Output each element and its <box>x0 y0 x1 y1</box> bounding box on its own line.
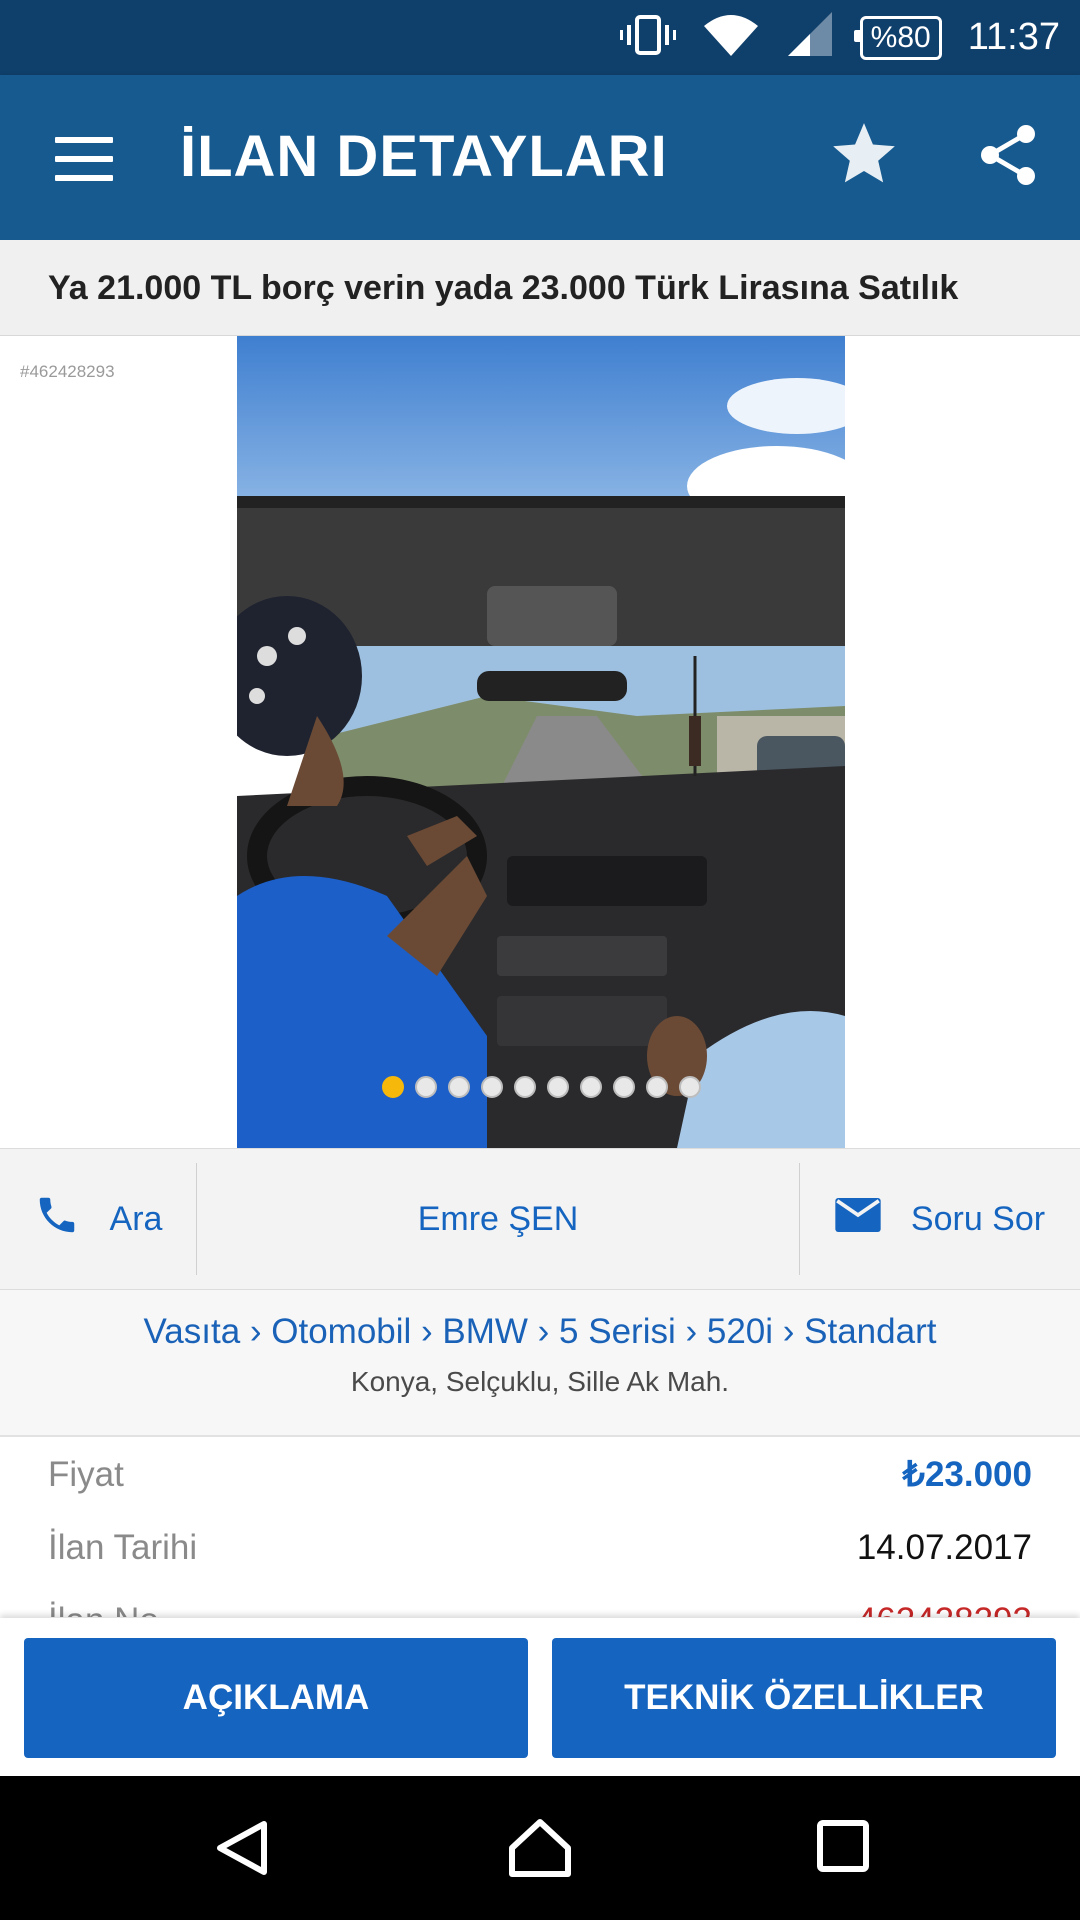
seller-name-link[interactable]: Emre ŞEN <box>197 1163 800 1275</box>
call-button[interactable]: Ara <box>0 1163 197 1275</box>
vibrate-icon <box>619 13 676 62</box>
date-label: İlan Tarihi <box>48 1528 198 1567</box>
mail-icon <box>835 1197 881 1241</box>
listing-title: Ya 21.000 TL borç verin yada 23.000 Türk… <box>0 240 1080 336</box>
photo-gallery[interactable]: #462428293 <box>0 336 1080 1148</box>
signal-icon <box>786 12 834 63</box>
category-section: Vasıta › Otomobil › BMW › 5 Serisi › 520… <box>0 1290 1080 1437</box>
contact-actions: Ara Emre ŞEN Soru Sor <box>0 1148 1080 1290</box>
pager-dot[interactable] <box>579 1076 602 1098</box>
pager-dot[interactable] <box>546 1076 569 1098</box>
status-bar: %80 11:37 <box>0 0 1080 75</box>
ask-question-label: Soru Sor <box>910 1199 1046 1238</box>
app-bar: İLAN DETAYLARI <box>0 75 1080 240</box>
listing-photo[interactable] <box>237 336 845 1148</box>
battery-indicator: %80 <box>853 15 942 60</box>
pager-dot[interactable] <box>447 1076 470 1098</box>
wifi-icon <box>702 12 760 63</box>
photo-pager <box>237 1076 845 1098</box>
call-label: Ara <box>109 1199 163 1238</box>
technical-specs-button[interactable]: TEKNİK ÖZELLİKLER <box>552 1638 1056 1758</box>
pager-dot[interactable] <box>645 1076 668 1098</box>
info-row-date: İlan Tarihi 14.07.2017 <box>48 1518 1032 1578</box>
menu-icon[interactable] <box>55 137 113 182</box>
price-label: Fiyat <box>48 1455 124 1494</box>
recents-icon[interactable] <box>815 1818 871 1879</box>
listing-no-value: 462428293 <box>857 1601 1032 1617</box>
share-icon[interactable] <box>972 117 1044 198</box>
breadcrumb[interactable]: Vasıta › Otomobil › BMW › 5 Serisi › 520… <box>0 1312 1080 1352</box>
pager-dot[interactable] <box>612 1076 635 1098</box>
pager-dot[interactable] <box>513 1076 536 1098</box>
phone-icon <box>34 1192 80 1247</box>
ask-question-button[interactable]: Soru Sor <box>800 1149 1080 1289</box>
page-title: İLAN DETAYLARI <box>180 124 668 189</box>
photo-id: #462428293 <box>20 362 115 381</box>
pager-dot[interactable] <box>414 1076 437 1098</box>
location-text: Konya, Selçuklu, Sille Ak Mah. <box>350 1366 730 1397</box>
info-row-price: Fiyat ₺23.000 <box>48 1445 1032 1505</box>
clock: 11:37 <box>967 16 1060 58</box>
pager-dot[interactable] <box>480 1076 503 1098</box>
system-nav-bar <box>0 1776 1080 1920</box>
bottom-tab-bar: AÇIKLAMA TEKNİK ÖZELLİKLER <box>0 1618 1080 1776</box>
pager-dot[interactable] <box>678 1076 701 1098</box>
description-button[interactable]: AÇIKLAMA <box>24 1638 528 1758</box>
pager-dot[interactable] <box>381 1076 404 1098</box>
home-icon[interactable] <box>508 1818 572 1883</box>
price-value: ₺23.000 <box>902 1455 1032 1494</box>
listing-no-label: İlan No <box>48 1601 159 1617</box>
info-row-listing-no: İlan No 462428293 <box>48 1591 1032 1617</box>
date-value: 14.07.2017 <box>856 1528 1032 1567</box>
star-icon[interactable] <box>826 117 902 196</box>
back-icon[interactable] <box>212 1818 272 1883</box>
listing-info-table: Fiyat ₺23.000 İlan Tarihi 14.07.2017 İla… <box>0 1437 1080 1617</box>
seller-name: Emre ŞEN <box>417 1199 579 1238</box>
